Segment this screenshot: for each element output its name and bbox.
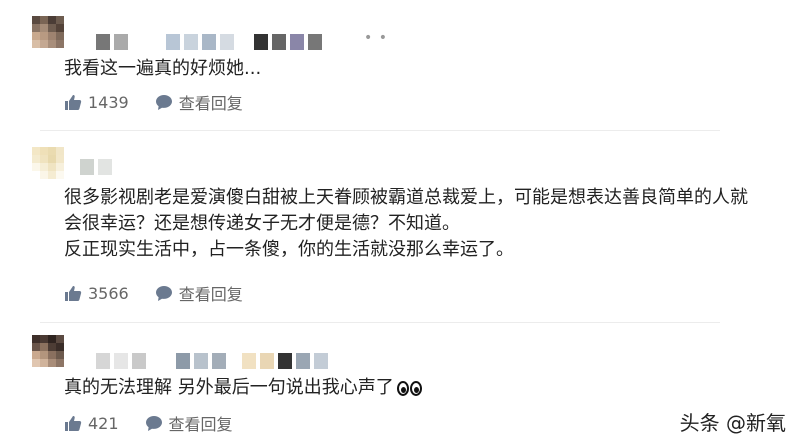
reply-bubble-icon xyxy=(145,415,162,431)
view-replies-label: 查看回复 xyxy=(178,94,243,113)
avatar[interactable] xyxy=(32,335,64,367)
reply-bubble-icon xyxy=(155,94,172,110)
username-blurred[interactable] xyxy=(96,34,322,50)
comment-actions: 1439 查看回复 xyxy=(64,90,243,114)
more-icon[interactable]: • • xyxy=(364,30,388,46)
like-count: 421 xyxy=(88,413,119,433)
like-button[interactable]: 3566 xyxy=(64,284,155,303)
comment-text: 我看这一遍真的好烦她... xyxy=(64,58,262,79)
username-blurred[interactable] xyxy=(96,353,328,369)
comment-item: 很多影视剧老是爱演傻白甜被上天眷顾被霸道总裁爱上，可能是想表达善良简单的人就 会… xyxy=(0,131,800,321)
view-replies-label: 查看回复 xyxy=(178,285,243,304)
view-replies-button[interactable]: 查看回复 xyxy=(155,281,243,305)
comment-text: 很多影视剧老是爱演傻白甜被上天眷顾被霸道总裁爱上，可能是想表达善良简单的人就 会… xyxy=(64,187,748,260)
comment-text: 真的无法理解 另外最后一句说出我心声了 xyxy=(64,375,422,401)
eyes-emoji xyxy=(396,380,422,396)
view-replies-label: 查看回复 xyxy=(168,415,233,434)
like-count: 1439 xyxy=(88,92,129,112)
thumbs-up-icon xyxy=(65,415,82,431)
watermark: 头条 @新氧 xyxy=(680,407,786,436)
watermark-text: 头条 @新氧 xyxy=(679,411,786,435)
username-blurred[interactable] xyxy=(80,159,112,175)
like-button[interactable]: 421 xyxy=(64,414,145,433)
like-button[interactable]: 1439 xyxy=(64,93,155,112)
comment-actions: 421 查看回复 xyxy=(64,411,233,435)
thumbs-up-icon xyxy=(65,94,82,110)
like-count: 3566 xyxy=(88,283,129,303)
view-replies-button[interactable]: 查看回复 xyxy=(155,90,243,114)
comment-actions: 3566 查看回复 xyxy=(64,281,243,305)
comment-thread: { "comments": [ { "text_lines": ["我看这一遍真… xyxy=(0,0,800,448)
thumbs-up-icon xyxy=(65,285,82,301)
avatar[interactable] xyxy=(32,16,64,48)
comment-item: • • 我看这一遍真的好烦她... 1439 查看回复 xyxy=(0,0,800,130)
reply-bubble-icon xyxy=(155,285,172,301)
avatar[interactable] xyxy=(32,147,64,179)
view-replies-button[interactable]: 查看回复 xyxy=(145,411,233,435)
